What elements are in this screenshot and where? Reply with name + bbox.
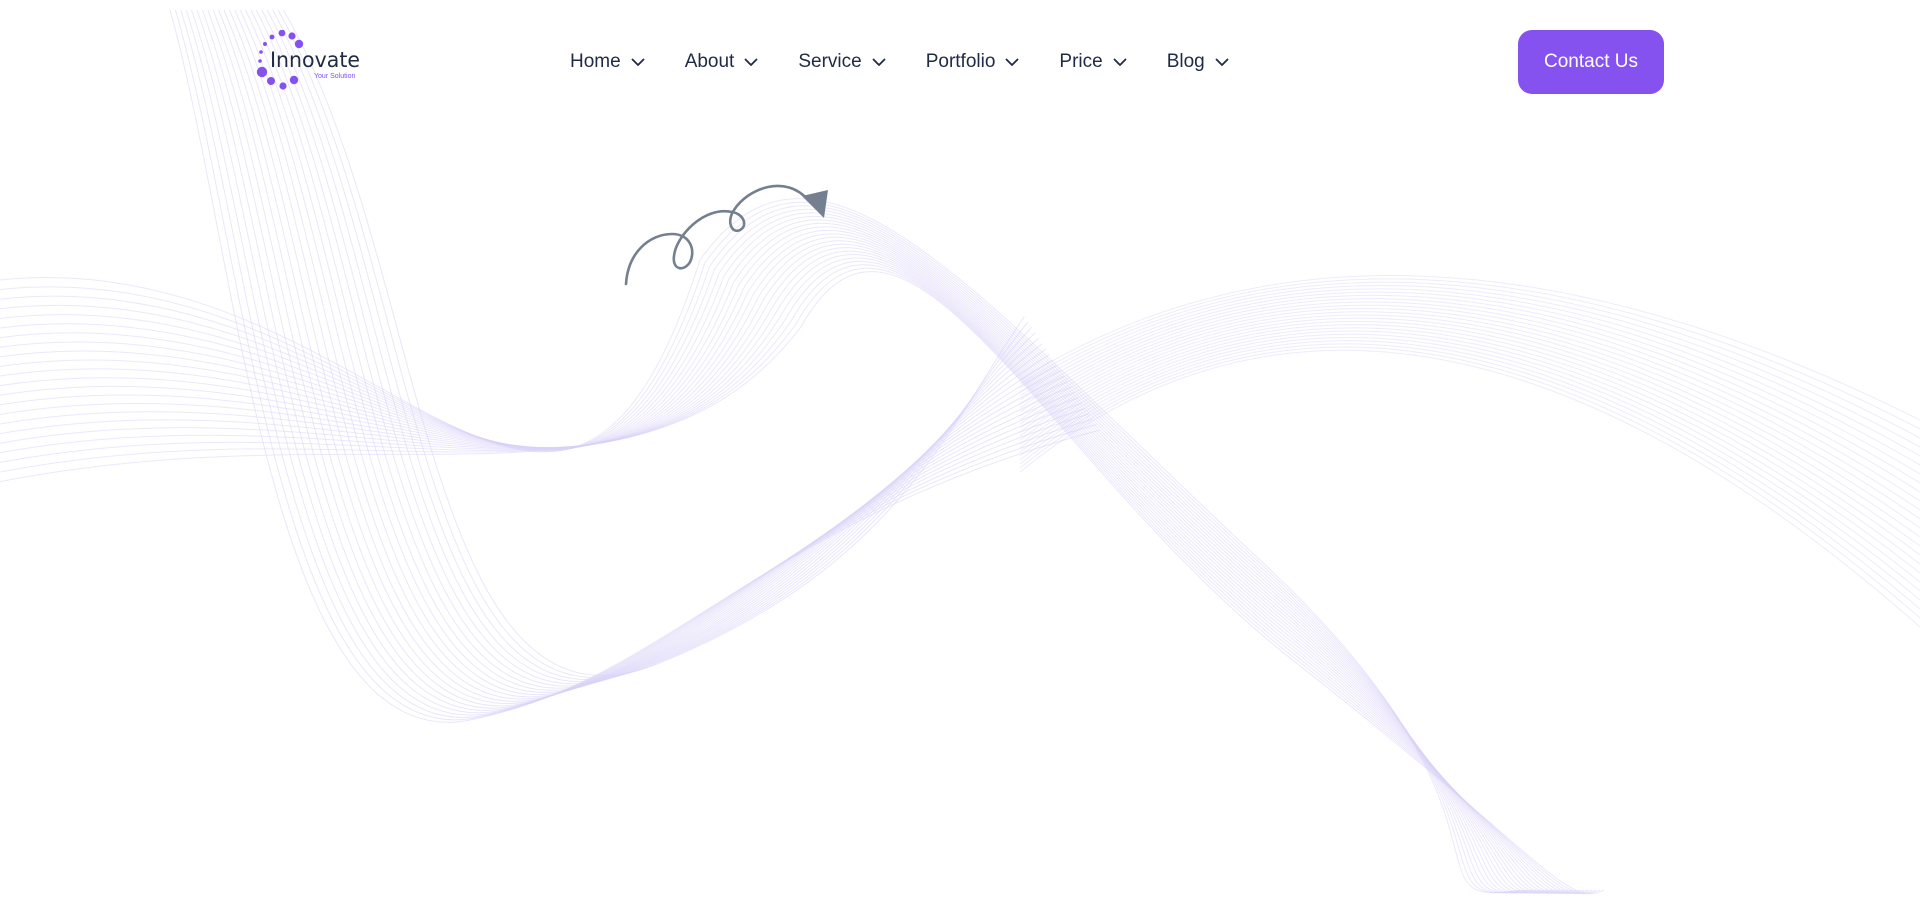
main-nav: Home About Service Portfolio Price Blog [570,45,1229,79]
chevron-down-icon [1215,58,1229,66]
nav-item-portfolio[interactable]: Portfolio [926,45,1020,79]
nav-item-label: Home [570,51,621,72]
nav-item-blog[interactable]: Blog [1167,45,1229,79]
nav-item-label: Blog [1166,51,1205,72]
chevron-down-icon [631,58,645,66]
nav-item-service[interactable]: Service [798,45,886,79]
nav-item-label: Service [798,51,862,72]
curly-arrow-icon [624,184,828,286]
background-wave-pattern [0,9,1920,895]
nav-item-home[interactable]: Home [570,45,645,79]
contact-us-button[interactable]: Contact Us [1518,30,1664,94]
nav-item-label: About [684,51,735,72]
brand-logo[interactable]: Innovate Your Solution [254,30,366,94]
chevron-down-icon [1006,58,1019,66]
site-header: Innovate Your Solution Home About Servic… [0,0,1920,124]
chevron-down-icon [1113,58,1127,66]
brand-tagline: Your Solution [314,73,355,80]
page: Innovate Your Solution Home About Servic… [0,0,1920,910]
brand-name: Innovate [270,48,360,72]
nav-item-label: Portfolio [925,51,996,72]
chevron-down-icon [872,58,886,66]
nav-item-about[interactable]: About [685,45,759,79]
chevron-down-icon [744,58,758,66]
nav-item-label: Price [1059,51,1103,72]
nav-item-price[interactable]: Price [1059,45,1127,79]
